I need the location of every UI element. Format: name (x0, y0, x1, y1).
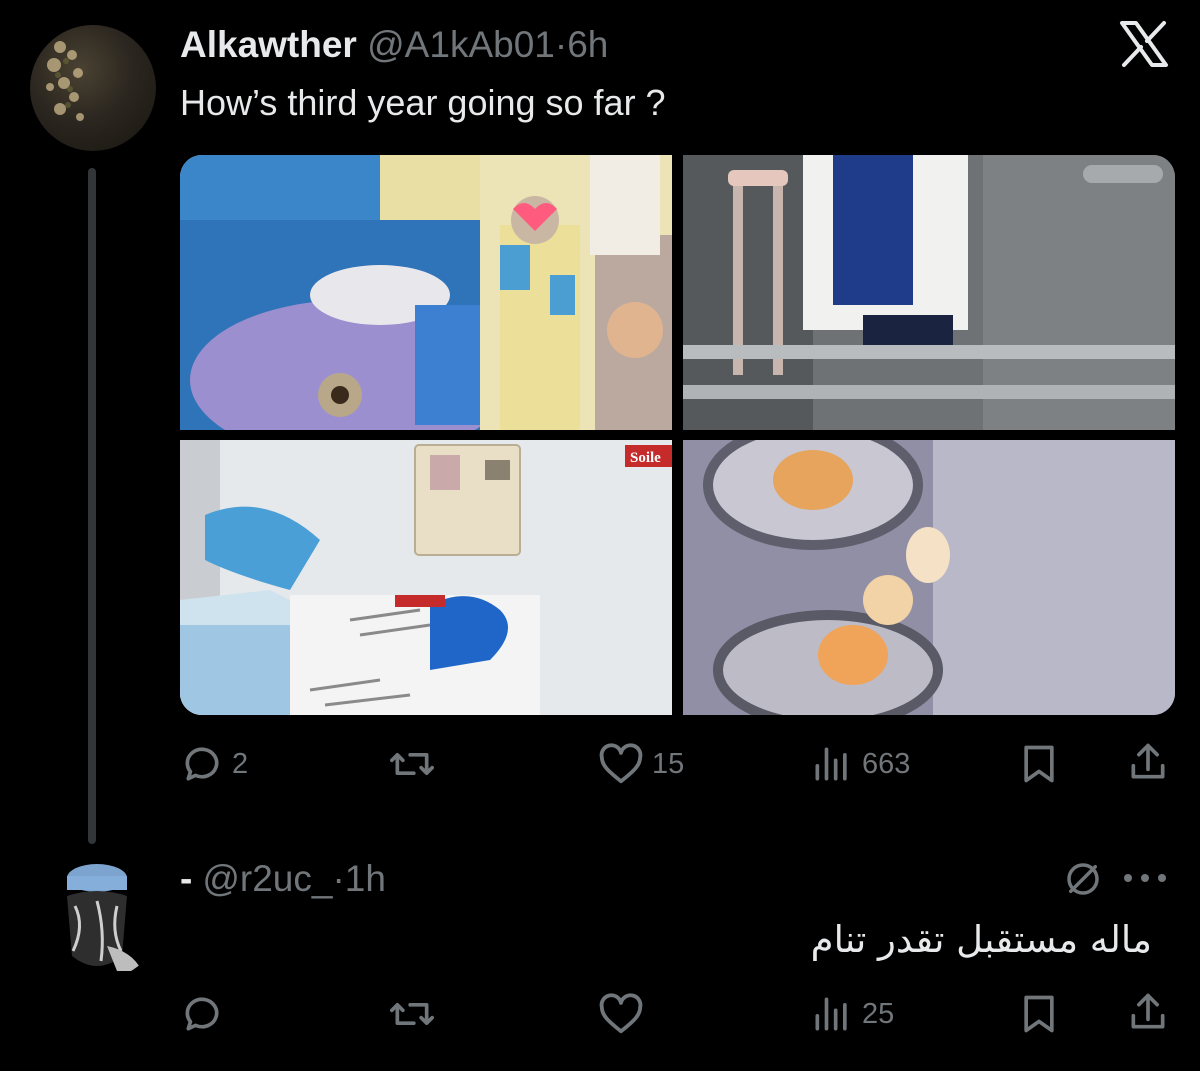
bookmark-icon (1024, 995, 1054, 1033)
retweet-icon (390, 1003, 434, 1025)
reply-views-count: 25 (862, 997, 895, 1030)
thread-connector-line (88, 168, 96, 844)
timestamp[interactable]: 6h (567, 24, 608, 65)
media-sign-text: Soile (630, 450, 661, 466)
media-grid[interactable]: Soile (180, 155, 1175, 715)
no-entry-icon[interactable] (1062, 858, 1104, 905)
reply-reply-button[interactable] (180, 992, 232, 1036)
dot-separator: · (554, 24, 568, 65)
heart-icon (599, 993, 643, 1034)
photo-tooth-model[interactable] (683, 440, 1175, 715)
reply-button[interactable]: 2 (180, 742, 248, 786)
reply-icon (185, 997, 219, 1031)
avatar[interactable] (30, 25, 156, 151)
reply-views-button[interactable]: 25 (810, 992, 894, 1036)
reply-retweet-button[interactable] (388, 992, 444, 1036)
reply-like-button[interactable] (598, 992, 652, 1036)
views-count: 663 (862, 747, 911, 780)
share-icon (1131, 993, 1165, 1029)
photo-dental-collage[interactable] (180, 155, 672, 430)
views-icon (815, 747, 847, 781)
reply-timestamp[interactable]: 1h (345, 858, 386, 899)
reply-author-line: - @r2uc_·1h (180, 858, 386, 900)
retweet-icon (390, 753, 434, 775)
photo-clinic-instruments[interactable]: Soile (180, 440, 672, 715)
reply-avatar[interactable] (37, 856, 161, 980)
tweet-text: How’s third year going so far ? (180, 82, 666, 123)
x-logo (1118, 20, 1170, 68)
reply-dot-separator: · (332, 858, 345, 899)
reply-icon (185, 747, 219, 781)
bookmark-button[interactable] (1018, 742, 1060, 786)
heart-icon (599, 743, 643, 784)
display-name[interactable]: Alkawther (180, 24, 357, 65)
reply-bookmark-button[interactable] (1018, 992, 1060, 1036)
more-icon[interactable] (1120, 866, 1170, 895)
views-button[interactable]: 663 (810, 742, 910, 786)
like-button[interactable]: 15 (598, 742, 684, 786)
user-handle[interactable]: @A1kAb01 (367, 24, 555, 65)
like-count: 15 (652, 747, 685, 780)
share-icon (1131, 743, 1165, 779)
tweet-author-line: Alkawther @A1kAb01·6h (180, 24, 608, 66)
reply-display-name[interactable]: - (180, 858, 192, 899)
photo-elevator-mirror[interactable] (683, 155, 1175, 430)
reply-share-button[interactable] (1126, 990, 1170, 1034)
views-icon (815, 997, 847, 1031)
reply-text: ماله مستقبل تقدر تنام (810, 918, 1152, 961)
retweet-button[interactable] (388, 742, 444, 786)
reply-user-handle[interactable]: @r2uc_ (202, 858, 332, 899)
reply-count: 2 (232, 747, 249, 780)
bookmark-icon (1024, 745, 1054, 783)
share-button[interactable] (1126, 740, 1170, 784)
